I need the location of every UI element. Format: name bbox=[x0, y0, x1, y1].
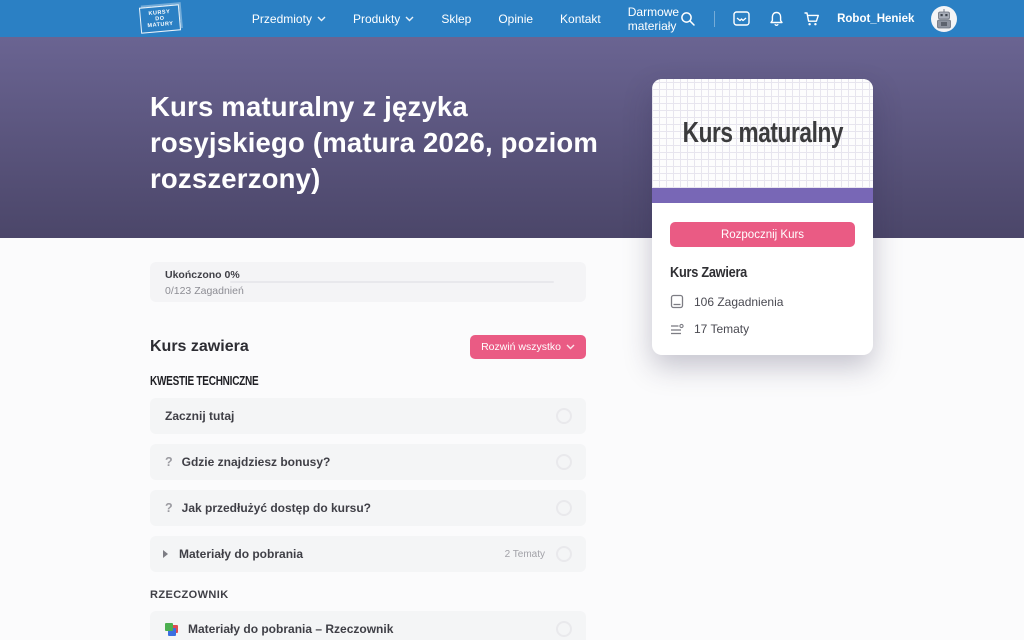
completion-circle[interactable] bbox=[556, 621, 572, 637]
course-contents-heading: Kurs zawiera bbox=[150, 338, 249, 355]
materials-icon bbox=[165, 622, 179, 636]
lesson-label: Zacznij tutaj bbox=[165, 409, 235, 423]
lesson-item-materialy-rzeczownik[interactable]: Materiały do pobrania – Rzeczownik bbox=[150, 611, 586, 640]
completion-circle[interactable] bbox=[556, 546, 572, 562]
lesson-item-gdzie-znajdziesz-bonusy[interactable]: ? Gdzie znajdziesz bonusy? bbox=[150, 444, 586, 480]
course-meta-sections: 17 Tematy bbox=[670, 322, 855, 336]
main-nav: Przedmioty Produkty Sklep Opinie Kontakt… bbox=[252, 5, 679, 33]
course-card-accent-bar bbox=[652, 188, 873, 203]
nav-label: Kontakt bbox=[560, 11, 601, 26]
page-title: Kurs maturalny z języka rosyjskiego (mat… bbox=[150, 91, 599, 194]
nav-label: Produkty bbox=[352, 11, 401, 26]
course-meta-label: 106 Zagadnienia bbox=[694, 294, 784, 309]
nav-label: Darmowe materiały bbox=[627, 4, 680, 33]
site-logo[interactable]: KURSY DO MATURY bbox=[138, 3, 181, 34]
nav-link-przedmioty[interactable]: Przedmioty bbox=[252, 12, 326, 26]
inbox-icon[interactable] bbox=[732, 10, 750, 28]
chevron-down-icon bbox=[405, 16, 414, 21]
course-card-body: Rozpocznij Kurs Kurs Zawiera 106 Zagadni… bbox=[652, 203, 873, 336]
top-navbar: KURSY DO MATURY Przedmioty Produkty Skle… bbox=[0, 0, 1024, 37]
nav-label: Sklep bbox=[441, 11, 472, 26]
search-icon[interactable] bbox=[679, 10, 697, 28]
progress-bar bbox=[230, 281, 554, 283]
topic-count-badge: 2 Tematy bbox=[504, 548, 545, 560]
list-icon bbox=[671, 323, 684, 334]
lesson-item-materialy-do-pobrania[interactable]: Materiały do pobrania 2 Tematy bbox=[150, 536, 586, 572]
expand-arrow-icon bbox=[163, 550, 168, 558]
nav-link-produkty[interactable]: Produkty bbox=[353, 12, 414, 26]
chevron-down-icon bbox=[317, 16, 326, 21]
start-course-button[interactable]: Rozpocznij Kurs bbox=[670, 222, 855, 247]
course-card-title: Kurs maturalny bbox=[682, 117, 843, 149]
cart-icon[interactable] bbox=[802, 10, 820, 28]
completion-circle[interactable] bbox=[556, 454, 572, 470]
username[interactable]: Robot_Heniek bbox=[837, 13, 914, 25]
bell-icon[interactable] bbox=[767, 10, 785, 28]
course-card-header: Kurs maturalny bbox=[652, 79, 873, 188]
completion-circle[interactable] bbox=[556, 408, 572, 424]
question-icon: ? bbox=[165, 455, 173, 469]
lesson-label: Gdzie znajdziesz bonusy? bbox=[181, 455, 331, 469]
lesson-item-jak-przedluzyc-dostep[interactable]: ? Jak przedłużyć dostęp do kursu? bbox=[150, 490, 586, 526]
progress-box: Ukończono 0% 0/123 Zagadnień bbox=[150, 262, 586, 302]
course-meta-topics: 106 Zagadnienia bbox=[670, 294, 855, 309]
course-contents-header: Kurs zawiera Rozwiń wszystko bbox=[150, 335, 586, 359]
expand-all-button[interactable]: Rozwiń wszystko bbox=[470, 335, 586, 359]
section-title-rzeczownik: RZECZOWNIK bbox=[150, 589, 229, 601]
robot-avatar-icon bbox=[937, 8, 952, 28]
lesson-label: Materiały do pobrania bbox=[179, 547, 304, 561]
completion-circle[interactable] bbox=[556, 500, 572, 516]
expand-all-label: Rozwiń wszystko bbox=[481, 341, 561, 353]
lesson-item-zacznij-tutaj[interactable]: Zacznij tutaj bbox=[150, 398, 586, 434]
navbar-right: Robot_Heniek bbox=[679, 5, 958, 32]
nav-link-kontakt[interactable]: Kontakt bbox=[560, 12, 601, 26]
nav-link-darmowe-materialy[interactable]: Darmowe materiały bbox=[628, 5, 679, 33]
nav-link-sklep[interactable]: Sklep bbox=[441, 12, 471, 26]
book-icon bbox=[670, 294, 684, 309]
question-icon: ? bbox=[165, 501, 173, 515]
avatar[interactable] bbox=[931, 5, 958, 32]
progress-completed-label: Ukończono 0% bbox=[165, 269, 240, 281]
lesson-label: Materiały do pobrania – Rzeczownik bbox=[188, 622, 394, 636]
lesson-label: Jak przedłużyć dostęp do kursu? bbox=[181, 501, 372, 515]
chevron-down-icon bbox=[566, 344, 575, 350]
course-meta-label: 17 Tematy bbox=[694, 322, 750, 336]
section-title-kwestie-techniczne: KWESTIE TECHNICZNE bbox=[150, 374, 259, 388]
nav-label: Przedmioty bbox=[251, 11, 312, 26]
course-card: Kurs maturalny Rozpocznij Kurs Kurs Zawi… bbox=[652, 79, 873, 355]
nav-label: Opinie bbox=[498, 11, 534, 26]
nav-link-opinie[interactable]: Opinie bbox=[498, 12, 533, 26]
progress-count-label: 0/123 Zagadnień bbox=[165, 285, 244, 297]
course-contains-heading: Kurs Zawiera bbox=[670, 264, 748, 281]
navbar-divider bbox=[714, 10, 716, 27]
